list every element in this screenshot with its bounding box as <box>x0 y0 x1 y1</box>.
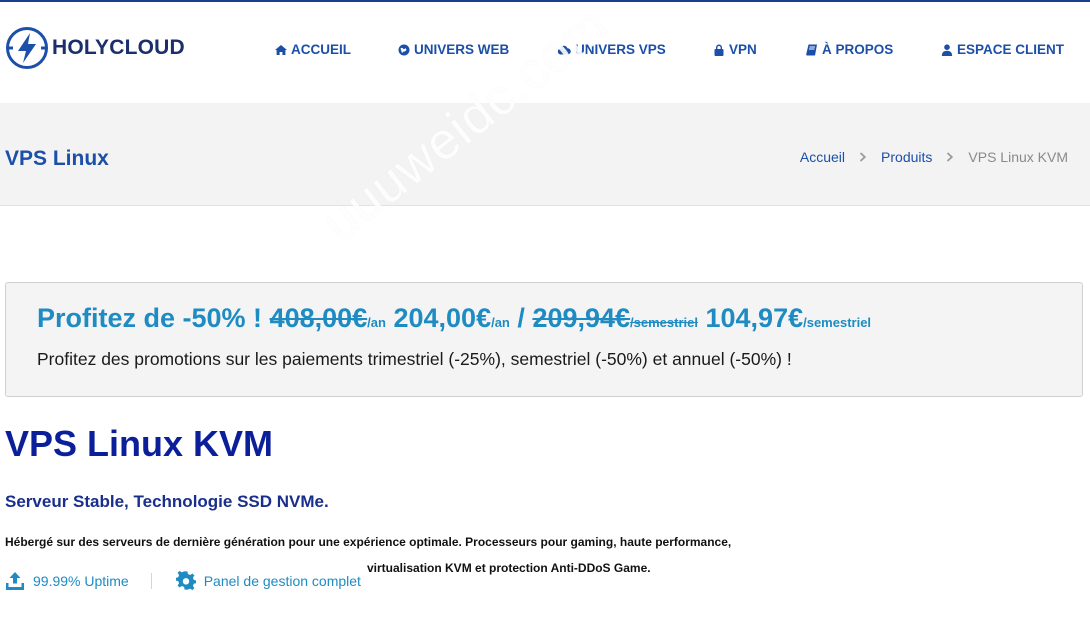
nav-item-univers-vps[interactable]: UNIVERS VPS <box>557 42 666 57</box>
feature-uptime: 99.99% Uptime <box>5 571 129 591</box>
breadcrumb: Accueil Produits VPS Linux KVM <box>800 149 1068 165</box>
nav-label: ESPACE CLIENT <box>957 42 1065 57</box>
nav-label: UNIVERS WEB <box>414 42 510 57</box>
semester-old-unit: /semestriel <box>630 315 698 330</box>
nav-item-vpn[interactable]: VPN <box>713 42 757 57</box>
semester-new-price: 104,97€ <box>705 303 804 333</box>
price-separator: / <box>517 303 525 333</box>
book-icon <box>806 44 817 55</box>
page-title: VPS Linux <box>5 147 109 170</box>
globe-icon <box>398 44 410 55</box>
nav-label: À PROPOS <box>822 42 894 57</box>
feature-list: 99.99% Uptime Panel de gestion complet <box>5 571 361 591</box>
nav-item-accueil[interactable]: ACCUEIL <box>275 42 351 57</box>
product-description-line2: virtualisation KVM et protection Anti-DD… <box>367 561 651 575</box>
feature-panel: Panel de gestion complet <box>175 571 361 591</box>
cloud-icon <box>557 45 571 54</box>
user-icon <box>941 43 953 56</box>
semester-old-price: 209,94€ <box>532 303 631 333</box>
upload-icon <box>6 572 24 590</box>
annual-old-unit: /an <box>367 315 386 330</box>
feature-label: 99.99% Uptime <box>33 573 129 589</box>
home-icon <box>275 44 287 55</box>
nav-item-espace-client[interactable]: ESPACE CLIENT <box>941 42 1064 57</box>
main-nav: ACCUEIL UNIVERS WEB UNIVERS VPS VPN À PR… <box>0 42 1090 62</box>
feature-label: Panel de gestion complet <box>203 573 361 589</box>
nav-item-univers-web[interactable]: UNIVERS WEB <box>398 42 509 57</box>
nav-label: ACCUEIL <box>291 42 351 57</box>
nav-item-a-propos[interactable]: À PROPOS <box>806 42 893 57</box>
promo-banner: Profitez de -50% ! 408,00€/an 204,00€/an… <box>5 282 1083 397</box>
annual-new-unit: /an <box>491 315 510 330</box>
breadcrumb-link-accueil[interactable]: Accueil <box>800 149 845 165</box>
page-title-bar: VPS Linux Accueil Produits VPS Linux KVM <box>0 103 1090 206</box>
feature-divider <box>150 573 152 589</box>
site-header: HOLYCLOUD ACCUEIL UNIVERS WEB UNIVERS VP… <box>0 2 1090 103</box>
annual-old-price: 408,00€ <box>269 303 368 333</box>
breadcrumb-current: VPS Linux KVM <box>968 149 1068 165</box>
lock-icon <box>714 44 724 56</box>
product-description-line1: Hébergé sur des serveurs de dernière gén… <box>5 535 732 549</box>
promo-lead: Profitez de -50% ! <box>37 303 263 333</box>
nav-label: UNIVERS VPS <box>575 42 666 57</box>
promo-subtitle: Profitez des promotions sur les paiement… <box>37 349 792 369</box>
semester-new-unit: /semestriel <box>803 315 872 330</box>
breadcrumb-link-produits[interactable]: Produits <box>881 149 932 165</box>
chevron-right-icon <box>947 152 954 162</box>
product-title: VPS Linux KVM <box>5 423 274 464</box>
product-subtitle: Serveur Stable, Technologie SSD NVMe. <box>5 492 329 511</box>
promo-headline: Profitez de -50% ! 408,00€/an 204,00€/an… <box>37 303 871 334</box>
nav-label: VPN <box>729 42 757 57</box>
chevron-right-icon <box>859 152 867 162</box>
annual-new-price: 204,00€ <box>393 303 492 333</box>
gear-icon <box>175 571 196 591</box>
